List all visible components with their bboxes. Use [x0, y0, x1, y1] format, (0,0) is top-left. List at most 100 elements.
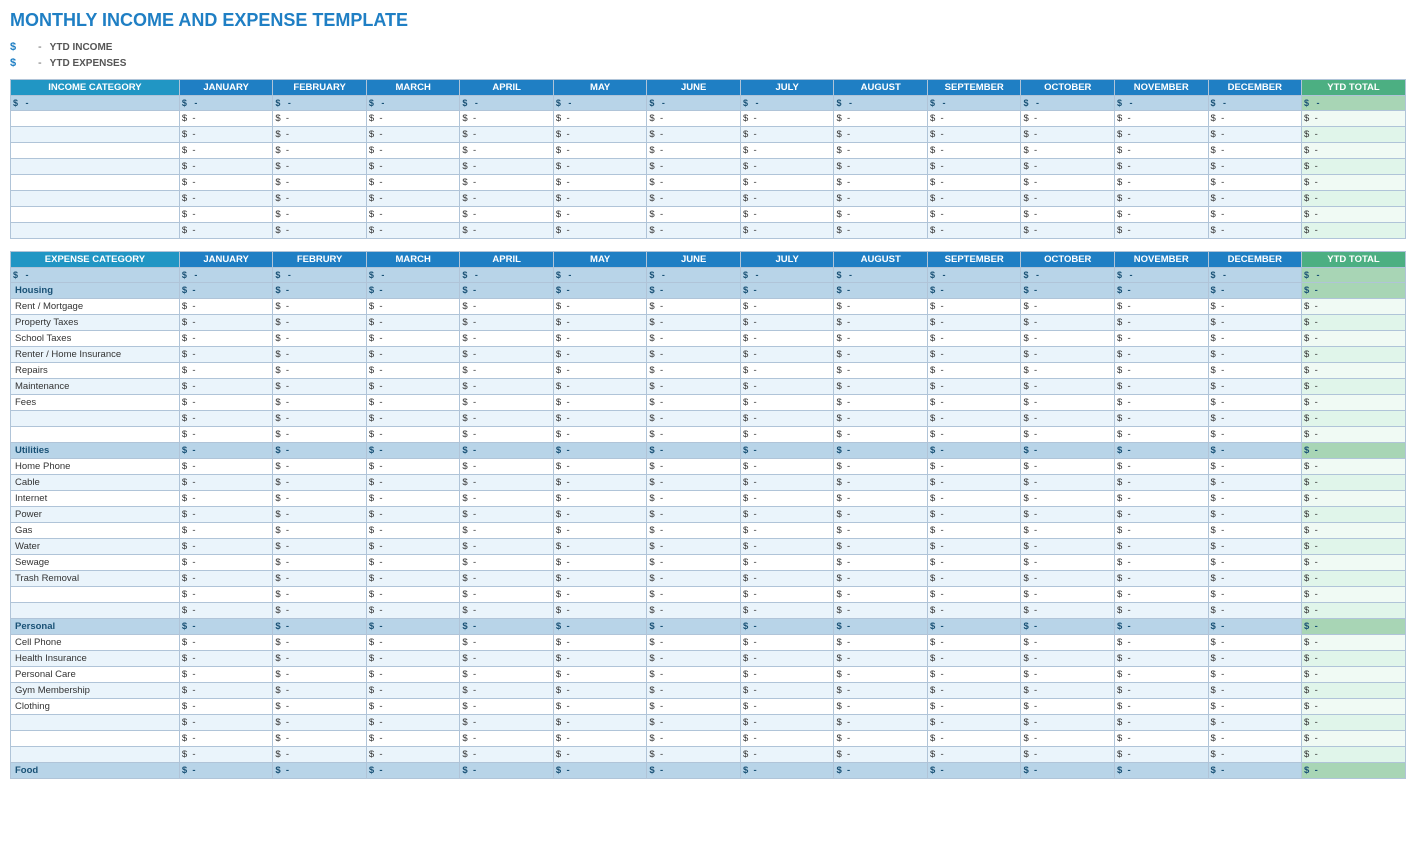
expense-item-name[interactable] — [11, 603, 180, 619]
expense-item-name[interactable]: School Taxes — [11, 331, 180, 347]
income-data-cell[interactable]: $ - — [834, 159, 928, 175]
expense-data-cell[interactable]: $ - — [273, 315, 367, 331]
expense-data-cell[interactable]: $ - — [179, 683, 273, 699]
income-data-cell[interactable]: $ - — [740, 127, 834, 143]
expense-data-cell[interactable]: $ - — [740, 523, 834, 539]
expense-item-name[interactable]: Rent / Mortgage — [11, 299, 180, 315]
expense-data-cell[interactable]: $ - — [1021, 507, 1115, 523]
expense-data-cell[interactable]: $ - — [179, 395, 273, 411]
expense-data-cell[interactable]: $ - — [927, 475, 1021, 491]
income-data-cell[interactable]: $ - — [366, 207, 460, 223]
expense-data-cell[interactable]: $ - — [179, 459, 273, 475]
expense-data-cell[interactable]: $ - — [647, 587, 741, 603]
expense-data-cell[interactable]: $ - — [460, 411, 554, 427]
expense-data-cell[interactable]: $ - — [1021, 539, 1115, 555]
expense-data-cell[interactable]: $ - — [179, 651, 273, 667]
income-ytd-cell[interactable]: $ - — [1302, 191, 1406, 207]
income-data-cell[interactable]: $ - — [647, 207, 741, 223]
expense-data-cell[interactable]: $ - — [179, 315, 273, 331]
expense-data-cell[interactable]: $ - — [647, 491, 741, 507]
expense-data-cell[interactable]: $ - — [740, 603, 834, 619]
expense-data-cell[interactable]: $ - — [1208, 411, 1302, 427]
income-data-cell[interactable]: $ - — [1115, 223, 1209, 239]
expense-data-cell[interactable]: $ - — [1021, 667, 1115, 683]
income-data-cell[interactable]: $ - — [366, 159, 460, 175]
expense-ytd-cell[interactable]: $ - — [1302, 587, 1406, 603]
expense-data-cell[interactable]: $ - — [1115, 555, 1209, 571]
income-data-cell[interactable]: $ - — [1208, 207, 1302, 223]
expense-ytd-cell[interactable]: $ - — [1302, 331, 1406, 347]
expense-data-cell[interactable]: $ - — [647, 555, 741, 571]
expense-ytd-cell[interactable]: $ - — [1302, 299, 1406, 315]
income-data-cell[interactable]: $ - — [553, 207, 647, 223]
expense-data-cell[interactable]: $ - — [1208, 299, 1302, 315]
expense-data-cell[interactable]: $ - — [740, 731, 834, 747]
expense-data-cell[interactable]: $ - — [1021, 587, 1115, 603]
expense-ytd-cell[interactable]: $ - — [1302, 651, 1406, 667]
expense-data-cell[interactable]: $ - — [1021, 331, 1115, 347]
expense-ytd-cell[interactable]: $ - — [1302, 699, 1406, 715]
expense-data-cell[interactable]: $ - — [647, 571, 741, 587]
expense-data-cell[interactable]: $ - — [179, 747, 273, 763]
expense-data-cell[interactable]: $ - — [834, 315, 928, 331]
expense-data-cell[interactable]: $ - — [179, 331, 273, 347]
expense-data-cell[interactable]: $ - — [179, 571, 273, 587]
expense-data-cell[interactable]: $ - — [927, 603, 1021, 619]
income-data-cell[interactable]: $ - — [179, 191, 273, 207]
expense-data-cell[interactable]: $ - — [179, 427, 273, 443]
income-data-cell[interactable]: $ - — [553, 223, 647, 239]
expense-data-cell[interactable]: $ - — [647, 539, 741, 555]
expense-data-cell[interactable]: $ - — [273, 747, 367, 763]
expense-data-cell[interactable]: $ - — [179, 475, 273, 491]
expense-item-name[interactable]: Cell Phone — [11, 635, 180, 651]
expense-data-cell[interactable]: $ - — [1115, 747, 1209, 763]
expense-item-name[interactable] — [11, 715, 180, 731]
expense-data-cell[interactable]: $ - — [460, 635, 554, 651]
expense-data-cell[interactable]: $ - — [366, 539, 460, 555]
expense-data-cell[interactable]: $ - — [740, 411, 834, 427]
expense-ytd-cell[interactable]: $ - — [1302, 395, 1406, 411]
expense-data-cell[interactable]: $ - — [1021, 315, 1115, 331]
expense-data-cell[interactable]: $ - — [460, 571, 554, 587]
expense-data-cell[interactable]: $ - — [273, 699, 367, 715]
income-data-cell[interactable]: $ - — [460, 111, 554, 127]
expense-data-cell[interactable]: $ - — [460, 427, 554, 443]
expense-data-cell[interactable]: $ - — [553, 571, 647, 587]
expense-ytd-cell[interactable]: $ - — [1302, 315, 1406, 331]
expense-data-cell[interactable]: $ - — [1208, 459, 1302, 475]
expense-data-cell[interactable]: $ - — [1115, 299, 1209, 315]
expense-data-cell[interactable]: $ - — [179, 539, 273, 555]
expense-data-cell[interactable]: $ - — [273, 411, 367, 427]
expense-ytd-cell[interactable]: $ - — [1302, 475, 1406, 491]
expense-data-cell[interactable]: $ - — [460, 523, 554, 539]
expense-data-cell[interactable]: $ - — [460, 507, 554, 523]
expense-data-cell[interactable]: $ - — [834, 395, 928, 411]
expense-data-cell[interactable]: $ - — [1208, 715, 1302, 731]
income-data-cell[interactable]: $ - — [1021, 223, 1115, 239]
expense-item-name[interactable] — [11, 427, 180, 443]
income-data-cell[interactable]: $ - — [460, 223, 554, 239]
expense-data-cell[interactable]: $ - — [179, 699, 273, 715]
expense-data-cell[interactable]: $ - — [179, 555, 273, 571]
expense-data-cell[interactable]: $ - — [460, 603, 554, 619]
expense-ytd-cell[interactable]: $ - — [1302, 571, 1406, 587]
expense-data-cell[interactable]: $ - — [553, 411, 647, 427]
expense-item-name[interactable]: Sewage — [11, 555, 180, 571]
expense-data-cell[interactable]: $ - — [1208, 395, 1302, 411]
expense-data-cell[interactable]: $ - — [273, 379, 367, 395]
expense-data-cell[interactable]: $ - — [1208, 507, 1302, 523]
expense-data-cell[interactable]: $ - — [553, 651, 647, 667]
expense-data-cell[interactable]: $ - — [553, 507, 647, 523]
expense-data-cell[interactable]: $ - — [366, 491, 460, 507]
expense-data-cell[interactable]: $ - — [647, 635, 741, 651]
expense-data-cell[interactable]: $ - — [1208, 315, 1302, 331]
expense-data-cell[interactable]: $ - — [647, 683, 741, 699]
income-data-cell[interactable]: $ - — [179, 111, 273, 127]
expense-ytd-cell[interactable]: $ - — [1302, 363, 1406, 379]
income-data-cell[interactable]: $ - — [1208, 111, 1302, 127]
expense-data-cell[interactable]: $ - — [1115, 731, 1209, 747]
expense-data-cell[interactable]: $ - — [740, 635, 834, 651]
expense-data-cell[interactable]: $ - — [179, 411, 273, 427]
expense-data-cell[interactable]: $ - — [1021, 731, 1115, 747]
expense-ytd-cell[interactable]: $ - — [1302, 491, 1406, 507]
